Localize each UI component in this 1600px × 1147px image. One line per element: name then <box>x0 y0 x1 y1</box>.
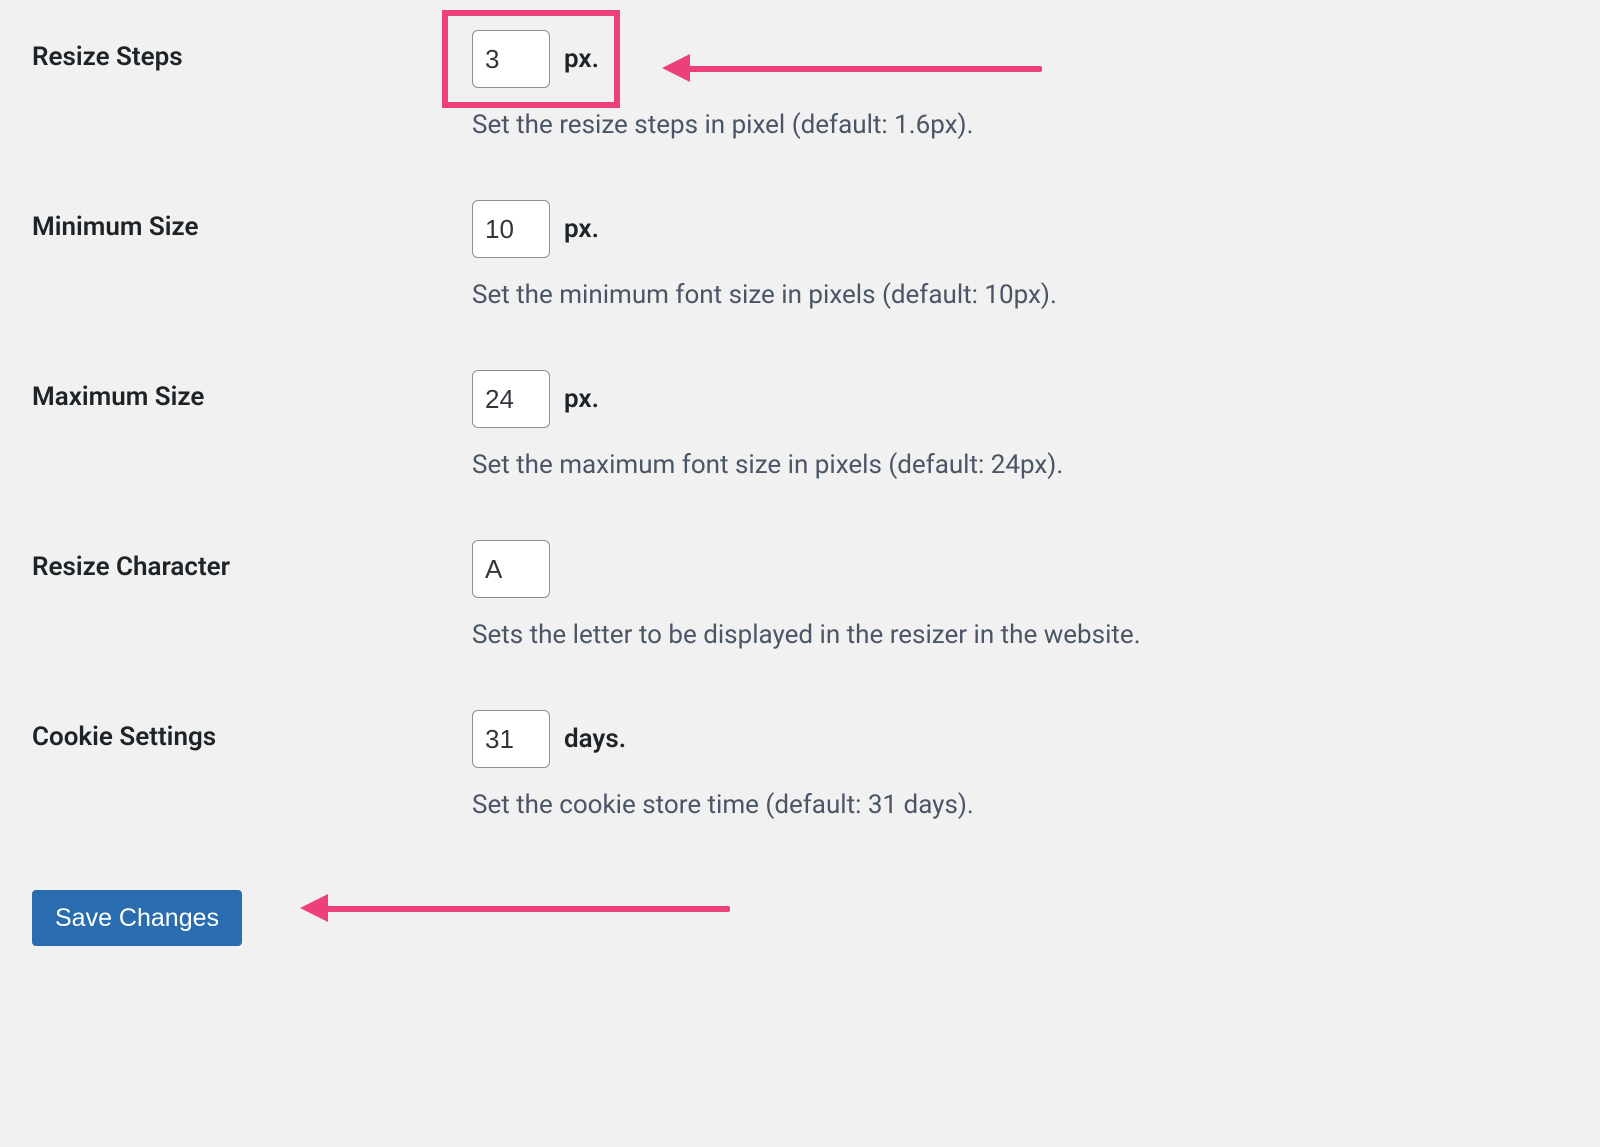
minimum-size-input-wrap: px. <box>472 200 1568 258</box>
resize-steps-input-wrap: px. <box>472 30 1568 88</box>
resize-steps-input[interactable] <box>472 30 550 88</box>
resize-character-label-cell: Resize Character <box>32 540 472 582</box>
resize-steps-label: Resize Steps <box>32 42 183 72</box>
cookie-settings-label-cell: Cookie Settings <box>32 710 472 752</box>
cookie-settings-input-wrap: days. <box>472 710 1568 768</box>
cookie-settings-field: days. Set the cookie store time (default… <box>472 710 1568 825</box>
minimum-size-label: Minimum Size <box>32 212 199 242</box>
resize-character-field: Sets the letter to be displayed in the r… <box>472 540 1568 655</box>
resize-steps-field: px. Set the resize steps in pixel (defau… <box>472 30 1568 145</box>
resize-character-label: Resize Character <box>32 552 230 582</box>
minimum-size-unit: px. <box>564 214 599 244</box>
minimum-size-label-cell: Minimum Size <box>32 200 472 242</box>
arrow-annotation-2 <box>300 894 730 924</box>
minimum-size-row: Minimum Size px. Set the minimum font si… <box>32 200 1568 370</box>
cookie-settings-unit: days. <box>564 724 626 754</box>
resize-character-input[interactable] <box>472 540 550 598</box>
cookie-settings-label: Cookie Settings <box>32 722 216 752</box>
submit-row: Save Changes <box>32 880 1568 946</box>
maximum-size-label: Maximum Size <box>32 382 204 412</box>
resize-character-description: Sets the letter to be displayed in the r… <box>472 616 1568 655</box>
resize-steps-description: Set the resize steps in pixel (default: … <box>472 106 1568 145</box>
settings-form: Resize Steps px. Set the resize steps in… <box>32 30 1568 946</box>
minimum-size-field: px. Set the minimum font size in pixels … <box>472 200 1568 315</box>
minimum-size-description: Set the minimum font size in pixels (def… <box>472 276 1568 315</box>
maximum-size-unit: px. <box>564 384 599 414</box>
cookie-settings-description: Set the cookie store time (default: 31 d… <box>472 786 1568 825</box>
save-changes-button[interactable]: Save Changes <box>32 890 242 946</box>
maximum-size-input[interactable] <box>472 370 550 428</box>
resize-character-input-wrap <box>472 540 1568 598</box>
maximum-size-label-cell: Maximum Size <box>32 370 472 412</box>
maximum-size-description: Set the maximum font size in pixels (def… <box>472 446 1568 485</box>
resize-character-row: Resize Character Sets the letter to be d… <box>32 540 1568 710</box>
cookie-settings-input[interactable] <box>472 710 550 768</box>
maximum-size-input-wrap: px. <box>472 370 1568 428</box>
cookie-settings-row: Cookie Settings days. Set the cookie sto… <box>32 710 1568 880</box>
resize-steps-row: Resize Steps px. Set the resize steps in… <box>32 30 1568 200</box>
resize-steps-unit: px. <box>564 44 599 74</box>
maximum-size-row: Maximum Size px. Set the maximum font si… <box>32 370 1568 540</box>
minimum-size-input[interactable] <box>472 200 550 258</box>
resize-steps-label-cell: Resize Steps <box>32 30 472 72</box>
maximum-size-field: px. Set the maximum font size in pixels … <box>472 370 1568 485</box>
